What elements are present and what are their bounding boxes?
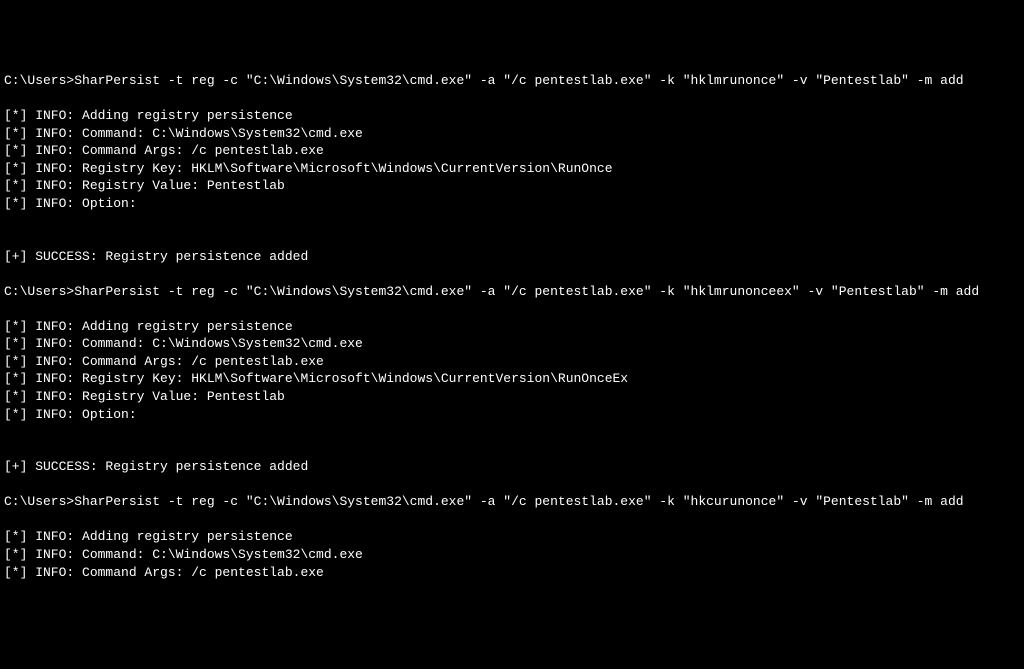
terminal-line xyxy=(4,300,1020,318)
terminal-line: [*] INFO: Option: xyxy=(4,406,1020,424)
terminal-line: [+] SUCCESS: Registry persistence added xyxy=(4,248,1020,266)
terminal-line xyxy=(4,476,1020,494)
terminal-line xyxy=(4,265,1020,283)
terminal-line: [*] INFO: Command: C:\Windows\System32\c… xyxy=(4,335,1020,353)
terminal-line: C:\Users>SharPersist -t reg -c "C:\Windo… xyxy=(4,493,1020,511)
terminal-line: [*] INFO: Registry Value: Pentestlab xyxy=(4,388,1020,406)
terminal-line: [*] INFO: Registry Value: Pentestlab xyxy=(4,177,1020,195)
terminal-line: [*] INFO: Command: C:\Windows\System32\c… xyxy=(4,546,1020,564)
terminal-line xyxy=(4,230,1020,248)
terminal-line: [*] INFO: Adding registry persistence xyxy=(4,528,1020,546)
terminal-line xyxy=(4,511,1020,529)
terminal-line: [*] INFO: Adding registry persistence xyxy=(4,107,1020,125)
terminal-line: [*] INFO: Registry Key: HKLM\Software\Mi… xyxy=(4,160,1020,178)
terminal-line: [*] INFO: Command Args: /c pentestlab.ex… xyxy=(4,142,1020,160)
terminal-line: C:\Users>SharPersist -t reg -c "C:\Windo… xyxy=(4,283,1020,301)
terminal-line: [+] SUCCESS: Registry persistence added xyxy=(4,458,1020,476)
terminal-line: [*] INFO: Command Args: /c pentestlab.ex… xyxy=(4,564,1020,582)
terminal-line: [*] INFO: Command: C:\Windows\System32\c… xyxy=(4,125,1020,143)
terminal-line: [*] INFO: Option: xyxy=(4,195,1020,213)
terminal-line: [*] INFO: Registry Key: HKLM\Software\Mi… xyxy=(4,370,1020,388)
terminal-line: C:\Users>SharPersist -t reg -c "C:\Windo… xyxy=(4,72,1020,90)
terminal-line: [*] INFO: Command Args: /c pentestlab.ex… xyxy=(4,353,1020,371)
terminal-line xyxy=(4,423,1020,441)
terminal-line xyxy=(4,90,1020,108)
terminal-line xyxy=(4,213,1020,231)
terminal-line xyxy=(4,441,1020,459)
terminal-output[interactable]: C:\Users>SharPersist -t reg -c "C:\Windo… xyxy=(4,72,1020,581)
terminal-line: [*] INFO: Adding registry persistence xyxy=(4,318,1020,336)
